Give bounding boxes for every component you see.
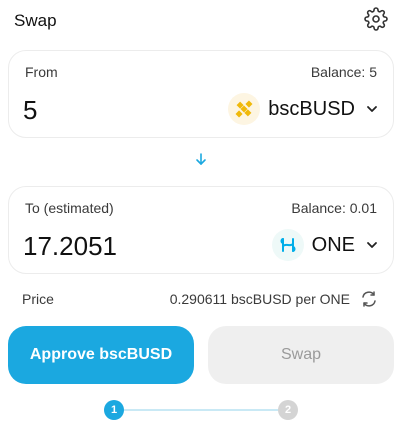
step-1: 1 bbox=[104, 400, 124, 420]
step-connector bbox=[114, 409, 288, 411]
from-amount-input[interactable] bbox=[23, 94, 183, 126]
harmony-one-token-icon bbox=[271, 229, 304, 261]
header: Swap bbox=[0, 0, 402, 40]
from-label: From bbox=[25, 64, 58, 80]
step-2: 2 bbox=[278, 400, 298, 420]
to-amount-input[interactable] bbox=[23, 230, 183, 262]
to-card: To (estimated) Balance: 0.01 ONE bbox=[8, 186, 394, 274]
from-card: From Balance: 5 bscBUSD bbox=[8, 50, 394, 138]
to-token-select[interactable]: ONE bbox=[271, 227, 379, 263]
price-label: Price bbox=[22, 291, 54, 307]
chevron-down-icon bbox=[367, 242, 377, 248]
from-token-select[interactable]: bscBUSD bbox=[228, 91, 379, 127]
busd-token-icon bbox=[228, 93, 261, 125]
price-value: 0.290611 bscBUSD per ONE bbox=[169, 291, 350, 307]
gear-icon[interactable] bbox=[364, 7, 388, 31]
to-token-name: ONE bbox=[311, 233, 355, 256]
to-label: To (estimated) bbox=[25, 200, 114, 216]
from-balance: Balance: 5 bbox=[310, 64, 377, 80]
to-balance: Balance: 0.01 bbox=[291, 200, 377, 216]
page-title: Swap bbox=[14, 11, 57, 30]
chevron-down-icon bbox=[367, 106, 377, 112]
from-token-name: bscBUSD bbox=[268, 97, 355, 120]
swap-button[interactable]: Swap bbox=[208, 326, 394, 384]
arrow-down-icon[interactable] bbox=[192, 150, 210, 168]
swap-arrows-icon[interactable] bbox=[360, 290, 378, 308]
step-indicator: 1 2 bbox=[0, 398, 402, 422]
approve-button[interactable]: Approve bscBUSD bbox=[8, 326, 194, 384]
